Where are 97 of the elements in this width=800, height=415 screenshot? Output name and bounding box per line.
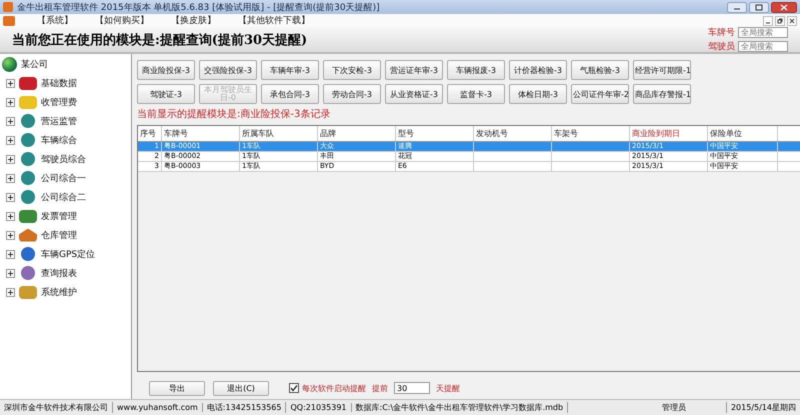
reminder-button[interactable]: 商品库存警报-1 — [633, 84, 691, 104]
status-bar-item: QQ:21035391 — [286, 403, 352, 412]
reminder-button[interactable]: 计价器检验-3 — [509, 60, 567, 80]
reminder-button[interactable]: 气瓶检验-3 — [571, 60, 629, 80]
module-icon — [19, 210, 37, 222]
reminder-button[interactable]: 经营许可期限-1 — [633, 60, 691, 80]
column-header[interactable]: 车牌号 — [162, 126, 240, 141]
reminder-button[interactable]: 车辆报废-3 — [447, 60, 505, 80]
expand-icon[interactable] — [6, 288, 15, 296]
close-icon[interactable] — [771, 2, 797, 12]
tree-item[interactable]: 公司综合二 — [41, 190, 86, 204]
reminder-button[interactable]: 营运证年审-3 — [385, 60, 443, 80]
column-header[interactable]: 品牌 — [318, 126, 396, 141]
tree-item[interactable]: 仓库管理 — [41, 228, 77, 242]
reminder-button[interactable]: 商业险投保-3 — [137, 60, 195, 80]
status-bar-item: 2015/5/14星期四 — [730, 402, 797, 413]
column-header[interactable]: 型号 — [396, 126, 474, 141]
search-label: 驾驶员 — [708, 40, 735, 53]
column-header[interactable]: 车架号 — [552, 126, 630, 141]
maximize-icon[interactable] — [749, 2, 769, 12]
tree-item[interactable]: 某公司 — [21, 58, 48, 70]
status-message: 当前显示的提醒模块是:商业险投保-3条记录 — [137, 108, 332, 121]
advance-label: 提前 — [372, 382, 388, 394]
search-label: 车牌号 — [708, 26, 735, 39]
reminder-button[interactable]: 公司证件年审-2 — [571, 84, 629, 104]
days-label: 天提醒 — [436, 382, 460, 394]
module-icon — [19, 96, 37, 108]
menu-item[interactable]: 【如何购买】 — [95, 14, 149, 27]
module-icon — [21, 171, 35, 185]
expand-icon[interactable] — [6, 268, 15, 278]
tree-item[interactable]: 车辆GPS定位 — [41, 248, 96, 260]
expand-icon[interactable] — [6, 230, 15, 240]
reminder-button[interactable]: 监督卡-3 — [447, 84, 505, 104]
module-icon — [19, 286, 37, 298]
expand-icon[interactable] — [6, 192, 15, 202]
reminder-button[interactable]: 体检日期-3 — [509, 84, 567, 104]
status-bar-item: 管理员 — [658, 402, 727, 413]
expand-icon[interactable] — [6, 174, 15, 182]
days-field[interactable]: 30 — [394, 382, 430, 394]
menu-item[interactable]: 【其他软件下载】 — [238, 14, 310, 27]
search-field[interactable]: 全局搜索 — [738, 41, 788, 52]
search-field[interactable]: 全局搜索 — [738, 27, 788, 38]
reminder-button[interactable]: 劳动合同-3 — [323, 84, 381, 104]
status-bar-item: 数据库:C:\金牛软件\金牛出租车管理软件\学习数据库.mdb — [352, 402, 568, 413]
window-title: 金牛出租车管理软件 2015年版本 单机版5.6.83 [体验试用版] - [提醒查询(提前30天提醒)] — [17, 2, 381, 14]
reminder-button[interactable]: 车辆年审-3 — [261, 60, 319, 80]
minimize-icon[interactable] — [727, 2, 747, 12]
module-icon — [21, 190, 35, 204]
menu-item[interactable]: 【系统】 — [37, 14, 73, 27]
tree-item[interactable]: 基础数据 — [41, 76, 77, 90]
restore-icon[interactable] — [775, 16, 785, 26]
tree-item[interactable]: 公司综合一 — [41, 172, 86, 184]
tree-item[interactable]: 营运监管 — [41, 114, 77, 128]
expand-icon[interactable] — [6, 250, 15, 258]
module-title: 当前您正在使用的模块是:提醒查询(提前30天提醒) — [12, 32, 308, 48]
tree-item[interactable]: 收管理费 — [41, 96, 77, 108]
footer-button[interactable]: 退出(C) — [213, 380, 269, 396]
checkbox-label: 每次软件启动提醒 — [302, 382, 366, 394]
status-bar-item: 电话:13425153565 — [202, 402, 286, 413]
tree-item[interactable]: 发票管理 — [41, 210, 77, 222]
close-icon[interactable] — [787, 16, 797, 26]
module-icon — [21, 266, 35, 280]
column-header[interactable]: 所属车队 — [240, 126, 318, 141]
module-icon — [21, 152, 35, 166]
expand-icon[interactable] — [6, 136, 15, 144]
expand-icon[interactable] — [6, 78, 15, 88]
expand-icon[interactable] — [6, 98, 15, 106]
module-icon — [19, 228, 37, 242]
footer-button[interactable]: 导出 — [149, 380, 205, 396]
minimize-icon[interactable] — [763, 16, 773, 26]
reminder-button[interactable]: 下次安检-3 — [323, 60, 381, 80]
column-header[interactable]: 发动机号 — [474, 126, 552, 141]
tree-item[interactable]: 驾驶员综合 — [41, 152, 86, 166]
app-logo-icon — [3, 16, 15, 26]
globe-icon — [2, 56, 17, 72]
column-header[interactable]: 保险单位 — [708, 126, 778, 141]
module-icon — [21, 247, 35, 261]
reminder-button[interactable]: 从业资格证-3 — [385, 84, 443, 104]
reminder-button[interactable]: 承包合同-3 — [261, 84, 319, 104]
expand-icon[interactable] — [6, 212, 15, 220]
reminder-button[interactable]: 交强险投保-3 — [199, 60, 257, 80]
tree-item[interactable]: 查询报表 — [41, 266, 77, 280]
module-icon — [19, 76, 37, 90]
column-header[interactable]: 商业险到期日 — [630, 126, 708, 141]
status-bar-item: www.yuhansoft.com — [113, 403, 203, 412]
expand-icon[interactable] — [6, 154, 15, 164]
tree-item[interactable]: 车辆综合 — [41, 134, 77, 146]
module-icon — [21, 133, 35, 147]
menu-item[interactable]: 【换皮肤】 — [171, 14, 216, 27]
tree-item[interactable]: 系统维护 — [41, 286, 77, 298]
app-logo-icon — [3, 2, 13, 12]
expand-icon[interactable] — [6, 116, 15, 126]
checkbox[interactable] — [289, 383, 299, 393]
module-icon — [21, 114, 35, 128]
reminder-button[interactable]: 驾驶证-3 — [137, 84, 195, 104]
column-header[interactable]: 序号 — [138, 126, 162, 141]
status-bar-item: 深圳市金牛软件技术有限公司 — [0, 402, 113, 413]
